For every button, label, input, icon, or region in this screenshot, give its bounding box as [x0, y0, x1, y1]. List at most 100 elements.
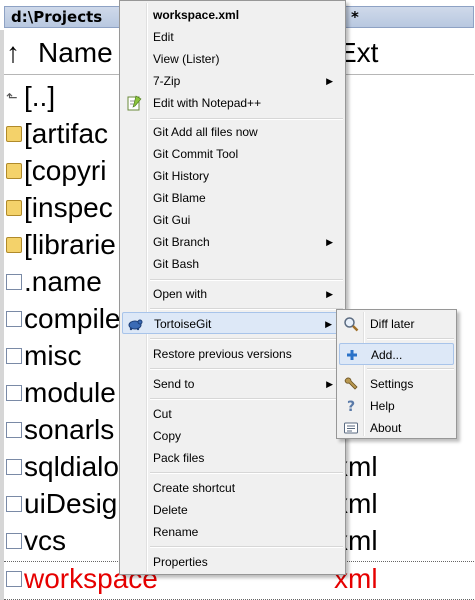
- menu-item-label: Pack files: [153, 451, 205, 465]
- menu-item-properties[interactable]: Properties: [122, 551, 343, 573]
- menu-item-git-history[interactable]: Git History: [122, 165, 343, 187]
- add-icon: [344, 347, 360, 363]
- submenu-arrow-icon: ▶: [326, 289, 333, 299]
- submenu-arrow-icon: ▶: [326, 379, 333, 389]
- menu-item-label: Edit: [153, 30, 174, 44]
- menu-item-cut[interactable]: Cut: [122, 403, 343, 425]
- menu-item-edit[interactable]: Edit: [122, 26, 343, 48]
- menu-separator: [150, 279, 343, 281]
- menu-item-git-add-all[interactable]: Git Add all files now: [122, 121, 343, 143]
- menu-item-git-branch[interactable]: Git Branch ▶: [122, 231, 343, 253]
- file-name: [artifac: [24, 118, 109, 149]
- submenu-item-label: Add...: [371, 348, 403, 362]
- folder-icon: [6, 237, 22, 253]
- menu-item-label: Rename: [153, 525, 199, 539]
- xml-file-icon: [6, 571, 22, 587]
- menu-item-open-with[interactable]: Open with ▶: [122, 283, 343, 305]
- submenu-item-label: About: [370, 421, 402, 435]
- menu-item-label: Send to: [153, 377, 195, 391]
- submenu-arrow-icon: ▶: [326, 76, 333, 86]
- menu-item-delete[interactable]: Delete: [122, 499, 343, 521]
- file-name: [..]: [24, 81, 56, 112]
- menu-item-label: Git Add all files now: [153, 125, 258, 139]
- sort-arrow-icon[interactable]: ↑: [6, 32, 20, 74]
- menu-item-label: Delete: [153, 503, 188, 517]
- menu-item-label: Properties: [153, 555, 208, 569]
- file-name: compile: [24, 303, 121, 334]
- menu-item-pack-files[interactable]: Pack files: [122, 447, 343, 469]
- menu-separator: [150, 118, 343, 120]
- menu-item-copy[interactable]: Copy: [122, 425, 343, 447]
- folder-icon: [6, 126, 22, 142]
- folder-icon: [6, 163, 22, 179]
- menu-item-label: Edit with Notepad++: [153, 96, 262, 110]
- menu-separator: [150, 398, 343, 400]
- wrench-icon: [343, 376, 359, 392]
- menu-item-label: Git Blame: [153, 191, 206, 205]
- submenu-item-settings[interactable]: Settings: [339, 373, 454, 395]
- file-name: vcs: [24, 525, 66, 556]
- menu-item-restore-versions[interactable]: Restore previous versions: [122, 343, 343, 365]
- menu-separator: [150, 546, 343, 548]
- submenu-item-add[interactable]: Add...: [339, 343, 454, 365]
- menu-item-label: Git History: [153, 169, 210, 183]
- xml-file-icon: [6, 533, 22, 549]
- about-icon: [343, 420, 359, 436]
- file-name: [copyri: [24, 155, 107, 186]
- menu-item-tortoisegit[interactable]: TortoiseGit ▶: [122, 312, 343, 334]
- menu-item-rename[interactable]: Rename: [122, 521, 343, 543]
- menu-item-create-shortcut[interactable]: Create shortcut: [122, 477, 343, 499]
- file-name: sonarls: [24, 414, 115, 445]
- menu-item-label: workspace.xml: [153, 8, 240, 22]
- submenu-arrow-icon: ▶: [326, 237, 333, 247]
- menu-item-git-commit-tool[interactable]: Git Commit Tool: [122, 143, 343, 165]
- file-name: uiDesig: [24, 488, 118, 519]
- menu-separator: [150, 472, 343, 474]
- menu-separator: [367, 338, 454, 340]
- help-icon: ?: [343, 398, 359, 415]
- menu-item-label: Git Commit Tool: [153, 147, 239, 161]
- menu-separator: [150, 368, 343, 370]
- column-name-header[interactable]: Name: [38, 32, 113, 74]
- menu-item-label: Create shortcut: [153, 481, 236, 495]
- folder-icon: [6, 200, 22, 216]
- context-menu: workspace.xml Edit View (Lister) 7-Zip ▶…: [119, 0, 346, 575]
- menu-item-edit-notepad[interactable]: Edit with Notepad++: [122, 92, 343, 114]
- path-star: *: [351, 8, 359, 26]
- svg-text:?: ?: [347, 399, 355, 414]
- magnifier-icon: [343, 316, 359, 332]
- menu-item-label: 7-Zip: [153, 74, 181, 88]
- menu-separator: [150, 308, 343, 310]
- submenu-item-label: Diff later: [370, 317, 415, 331]
- xml-file-icon: [6, 311, 22, 327]
- xml-file-icon: [6, 348, 22, 364]
- menu-item-git-bash[interactable]: Git Bash: [122, 253, 343, 275]
- submenu-item-help[interactable]: ? Help: [339, 395, 454, 417]
- file-name: misc: [24, 340, 82, 371]
- menu-item-git-blame[interactable]: Git Blame: [122, 187, 343, 209]
- submenu-item-diff-later[interactable]: Diff later: [339, 313, 454, 335]
- menu-separator: [150, 338, 343, 340]
- menu-item-label: Git Gui: [153, 213, 191, 227]
- menu-item-label: Restore previous versions: [153, 347, 292, 361]
- submenu-arrow-icon: ▶: [325, 319, 332, 329]
- file-name: [librarie: [24, 229, 116, 260]
- menu-item-send-to[interactable]: Send to ▶: [122, 373, 343, 395]
- menu-item-label: TortoiseGit: [154, 317, 212, 331]
- menu-item-label: Cut: [153, 407, 172, 421]
- menu-item-label: Copy: [153, 429, 182, 443]
- up-folder-icon: ⬑: [6, 89, 18, 105]
- menu-item-view-lister[interactable]: View (Lister): [122, 48, 343, 70]
- xml-file-icon: [6, 496, 22, 512]
- tortoisegit-icon: [127, 316, 143, 332]
- submenu-item-label: Settings: [370, 377, 414, 391]
- path-text: d:\Projects: [11, 8, 103, 26]
- submenu-item-about[interactable]: About: [339, 417, 454, 439]
- submenu-item-label: Help: [370, 399, 395, 413]
- menu-item-label: Git Bash: [153, 257, 200, 271]
- menu-item-git-gui[interactable]: Git Gui: [122, 209, 343, 231]
- file-name: .name: [24, 266, 102, 297]
- menu-item-file-title[interactable]: workspace.xml: [122, 4, 343, 26]
- menu-item-7zip[interactable]: 7-Zip ▶: [122, 70, 343, 92]
- menu-separator: [367, 368, 454, 370]
